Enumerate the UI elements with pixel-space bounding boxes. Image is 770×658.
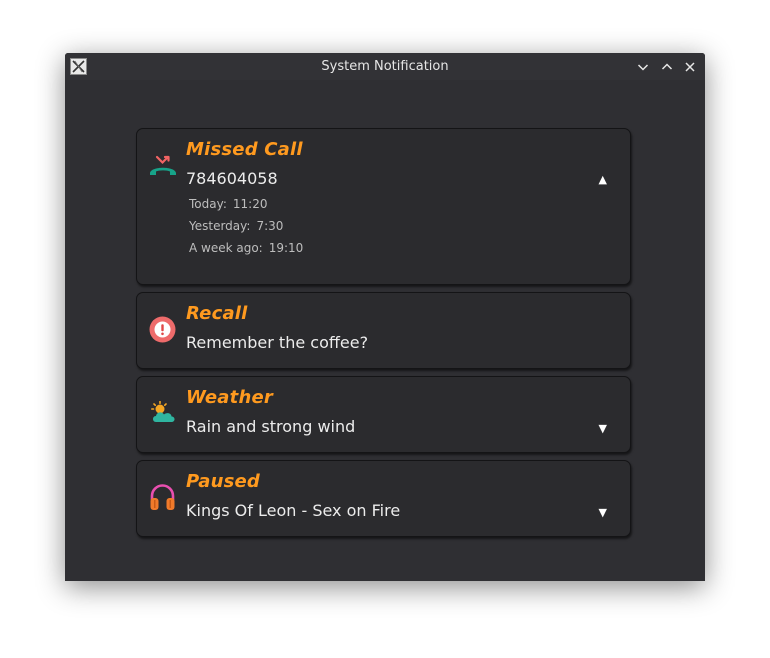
call-history-item: Yesterday: 7:30 bbox=[189, 218, 303, 240]
call-time-label: A week ago: bbox=[189, 241, 263, 255]
call-time-value: 11:20 bbox=[232, 197, 268, 211]
notification-body: 784604058 bbox=[186, 169, 278, 188]
weather-icon bbox=[151, 400, 177, 429]
notification-card-recall[interactable]: Recall Remember the coffee? bbox=[136, 292, 631, 369]
call-time-label: Yesterday: bbox=[189, 219, 251, 233]
window-title: System Notification bbox=[321, 59, 449, 74]
minimize-button[interactable] bbox=[635, 59, 651, 75]
notification-body: Kings Of Leon - Sex on Fire bbox=[186, 501, 401, 520]
headphones-icon bbox=[149, 483, 176, 515]
collapse-arrow-icon[interactable]: ▲ bbox=[599, 173, 607, 186]
notification-card-missed-call[interactable]: Missed Call 784604058 Today: 11:20 Yester… bbox=[136, 128, 631, 285]
notification-card-paused[interactable]: Paused Kings Of Leon - Sex on Fire ▼ bbox=[136, 460, 631, 537]
notification-window: System Notification Missed Call 78460405… bbox=[65, 53, 705, 581]
notification-title: Paused bbox=[186, 471, 261, 492]
notification-body: Remember the coffee? bbox=[186, 333, 369, 352]
alert-icon bbox=[149, 316, 176, 347]
notification-body: Rain and strong wind bbox=[186, 417, 356, 436]
notification-title: Weather bbox=[186, 387, 273, 408]
maximize-button[interactable] bbox=[659, 59, 675, 75]
notification-title: Missed Call bbox=[186, 139, 303, 160]
close-icon bbox=[685, 62, 695, 72]
call-time-value: 19:10 bbox=[268, 241, 304, 255]
notification-title: Recall bbox=[186, 303, 248, 324]
chevron-down-icon bbox=[637, 64, 649, 71]
missed-call-icon bbox=[148, 154, 178, 180]
expand-arrow-icon[interactable]: ▼ bbox=[599, 506, 607, 519]
call-history-list: Today: 11:20 Yesterday: 7:30 A week ago: 19… bbox=[189, 196, 303, 262]
call-time-value: 7:30 bbox=[256, 219, 284, 233]
title-bar[interactable]: System Notification bbox=[65, 53, 705, 80]
close-button[interactable] bbox=[682, 59, 698, 75]
call-history-item: Today: 11:20 bbox=[189, 196, 303, 218]
expand-arrow-icon[interactable]: ▼ bbox=[599, 422, 607, 435]
call-history-item: A week ago: 19:10 bbox=[189, 240, 303, 262]
call-time-label: Today: bbox=[189, 197, 227, 211]
notification-card-weather[interactable]: Weather Rain and strong wind ▼ bbox=[136, 376, 631, 453]
chevron-up-icon bbox=[661, 63, 673, 70]
